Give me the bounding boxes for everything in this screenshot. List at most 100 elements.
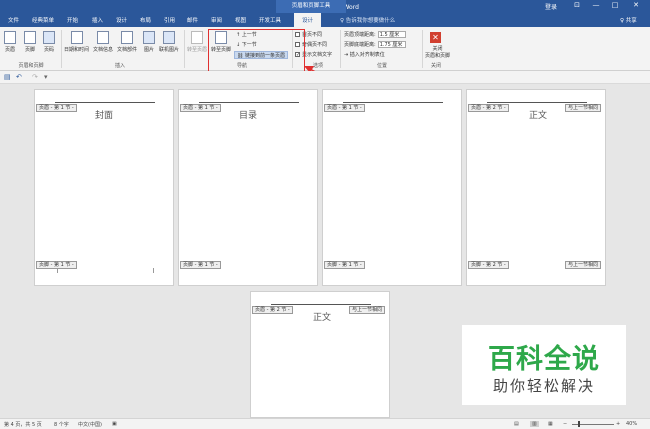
- header-top-input[interactable]: 1.5 厘米: [377, 31, 406, 38]
- undo-icon[interactable]: ↶: [16, 73, 22, 81]
- tab-insert[interactable]: 插入: [92, 16, 103, 24]
- group-header-footer-label: 页眉和页脚: [18, 63, 44, 69]
- footer-bottom-input[interactable]: 1.75 厘米: [377, 41, 406, 48]
- header-rule: [271, 304, 371, 305]
- customize-qat-icon[interactable]: ▾: [44, 73, 48, 81]
- highlight-box: [208, 29, 305, 73]
- page-count[interactable]: 第 4 页，共 5 页: [4, 421, 42, 428]
- tab-hf-design[interactable]: 设计: [294, 13, 322, 27]
- footer-bottom-distance: 页脚底端距离: 1.75 厘米: [344, 41, 406, 49]
- footer-same-as-previous-tag: 与上一节相同: [565, 261, 602, 269]
- read-mode-icon[interactable]: ▤: [514, 421, 519, 427]
- page-title: 正文: [313, 313, 332, 323]
- tell-me-search[interactable]: ♀ 告诉我你想要做什么: [340, 16, 395, 24]
- watermark-subtitle: 助你轻松解决: [492, 377, 595, 395]
- footer-tag: 页脚 - 第 2 节 -: [468, 261, 509, 269]
- header-rule: [199, 102, 299, 103]
- page-title: 封面: [95, 111, 114, 121]
- page-5[interactable]: 页眉 - 第 2 节 - 与上一节相同 正文: [250, 291, 390, 418]
- header-icon: [4, 31, 16, 44]
- doc-parts-icon: [121, 31, 133, 44]
- page-title: 目录: [239, 111, 258, 121]
- group-insert-label: 插入: [114, 63, 125, 69]
- picture-icon: [143, 31, 155, 44]
- save-icon[interactable]: ▤: [4, 73, 11, 81]
- zoom-out-icon[interactable]: −: [563, 421, 567, 427]
- zoom-thumb[interactable]: [578, 421, 580, 427]
- group-separator: [422, 30, 423, 68]
- close-header-footer-button[interactable]: 关闭 页眉和页脚: [425, 45, 450, 59]
- close-window-button[interactable]: ✕: [630, 1, 642, 9]
- group-close-label: 关闭: [430, 63, 441, 69]
- tab-classic-menu[interactable]: 经典菜单: [32, 16, 54, 24]
- goto-header-icon: [191, 31, 203, 44]
- header-button[interactable]: 页眉: [4, 31, 16, 53]
- group-position-label: 位置: [376, 63, 387, 69]
- insert-align-tab-button[interactable]: ⇥ 插入对齐制表位: [344, 51, 385, 59]
- redo-icon[interactable]: ↷: [32, 73, 38, 81]
- goto-header-button[interactable]: 转至页眉: [187, 31, 207, 53]
- group-separator: [61, 30, 62, 68]
- footer-icon: [24, 31, 36, 44]
- header-rule: [55, 102, 155, 103]
- watermark-title: 百科全说: [488, 344, 600, 375]
- tab-review[interactable]: 审阅: [211, 16, 222, 24]
- zoom-level[interactable]: 40%: [626, 421, 637, 427]
- status-bar: 第 4 页，共 5 页 8 个字 中文(中国) ▣ ▤ ▥ ▦ − + 40%: [0, 418, 650, 429]
- tab-developer[interactable]: 开发工具: [259, 16, 281, 24]
- web-layout-icon[interactable]: ▦: [548, 421, 553, 427]
- header-tag: 页眉 - 第 1 节 -: [324, 104, 365, 112]
- page-number-button[interactable]: 页码: [43, 31, 55, 53]
- page-2[interactable]: 页眉 - 第 1 节 - 目录 页脚 - 第 1 节 -: [178, 89, 318, 286]
- group-separator: [184, 30, 185, 68]
- header-rule: [343, 102, 443, 103]
- header-top-distance: 页眉顶端距离: 1.5 厘米: [344, 31, 406, 39]
- watermark-logo: 百科全说 助你轻松解决: [462, 325, 626, 405]
- header-rule: [487, 102, 587, 103]
- tab-file[interactable]: 文件: [8, 16, 19, 24]
- footer-button[interactable]: 页脚: [24, 31, 36, 53]
- footer-tag: 页脚 - 第 1 节 -: [180, 261, 221, 269]
- date-time-button[interactable]: 日期和时间: [64, 31, 89, 53]
- tab-design[interactable]: 设计: [116, 16, 127, 24]
- minimize-button[interactable]: —: [590, 1, 602, 9]
- tab-references[interactable]: 引用: [164, 16, 175, 24]
- same-as-previous-tag: 与上一节相同: [349, 306, 386, 314]
- picture-button[interactable]: 图片: [143, 31, 155, 53]
- language[interactable]: 中文(中国): [78, 421, 102, 428]
- page-3[interactable]: 页眉 - 第 1 节 - 页脚 - 第 1 节 -: [322, 89, 462, 286]
- footer-tag: 页脚 - 第 1 节 -: [324, 261, 365, 269]
- zoom-in-icon[interactable]: +: [616, 421, 620, 427]
- share-button[interactable]: ♀ 共享: [620, 16, 637, 24]
- context-tab-label: 页眉和页脚工具: [276, 0, 346, 13]
- online-picture-icon: [163, 31, 175, 44]
- header-tag: 页眉 - 第 2 节 -: [252, 306, 293, 314]
- tab-view[interactable]: 视图: [235, 16, 246, 24]
- macro-icon[interactable]: ▣: [112, 421, 117, 427]
- login-link[interactable]: 登录: [545, 2, 557, 11]
- word-count[interactable]: 8 个字: [54, 421, 69, 428]
- page-title: 正文: [529, 111, 548, 121]
- header-tag: 页眉 - 第 1 节 -: [36, 104, 77, 112]
- maximize-button[interactable]: □: [609, 1, 621, 9]
- ribbon-tabs: 文件 经典菜单 开始 插入 设计 布局 引用 邮件 审阅 视图 开发工具 设计 …: [0, 13, 650, 27]
- doc-parts-button[interactable]: 文档部件: [117, 31, 137, 53]
- print-layout-icon[interactable]: ▥: [530, 421, 539, 427]
- page-number-icon: [43, 31, 55, 44]
- same-as-previous-tag: 与上一节相同: [565, 104, 602, 112]
- page-1[interactable]: 页眉 - 第 1 节 - 封面 页脚 - 第 1 节 -: [34, 89, 174, 286]
- close-icon[interactable]: ✕: [430, 32, 441, 43]
- doc-info-icon: [97, 31, 109, 44]
- calendar-icon: [70, 31, 83, 44]
- doc-info-button[interactable]: 文档信息: [93, 31, 113, 53]
- ribbon-display-icon[interactable]: ⊡: [571, 1, 583, 9]
- header-tag: 页眉 - 第 2 节 -: [468, 104, 509, 112]
- tab-layout[interactable]: 布局: [140, 16, 151, 24]
- online-picture-button[interactable]: 联机图片: [159, 31, 179, 53]
- header-tag: 页眉 - 第 1 节 -: [180, 104, 221, 112]
- tab-home[interactable]: 开始: [67, 16, 78, 24]
- quick-access-toolbar: ▤ ↶ ↷ ▾: [0, 71, 650, 84]
- page-4[interactable]: 页眉 - 第 2 节 - 与上一节相同 正文 页脚 - 第 2 节 - 与上一节…: [466, 89, 606, 286]
- title-bar: 文档4 [兼容模式] - Word 页眉和页脚工具 登录 ⊡ — □ ✕: [0, 0, 650, 13]
- tab-mailings[interactable]: 邮件: [187, 16, 198, 24]
